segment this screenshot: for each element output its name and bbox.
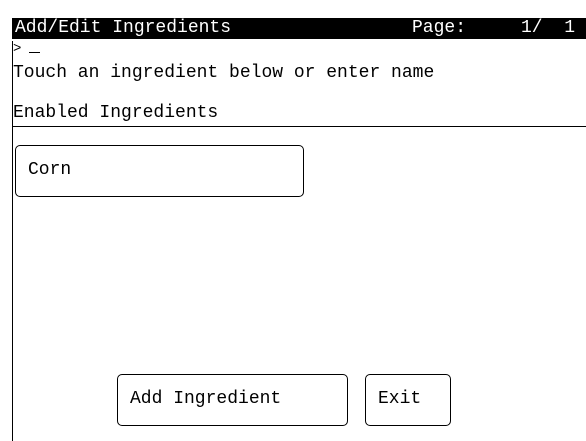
ingredient-label: Corn — [28, 160, 72, 180]
page-title: Add/Edit Ingredients — [15, 18, 232, 38]
ingredient-editor-screen: Add/Edit Ingredients Page: 1/ 1 > Touch … — [0, 0, 586, 441]
left-border-line — [12, 41, 13, 441]
entry-prompt: > — [13, 41, 22, 57]
page-number: 1/ 1 — [521, 18, 576, 38]
section-heading: Enabled Ingredients — [13, 103, 219, 123]
ingredient-name-entry[interactable]: > — [13, 41, 213, 60]
exit-button[interactable]: Exit — [365, 374, 451, 426]
instruction-text: Touch an ingredient below or enter name — [13, 63, 435, 83]
exit-label: Exit — [378, 389, 422, 409]
title-bar: Add/Edit Ingredients Page: 1/ 1 — [12, 18, 586, 39]
add-ingredient-label: Add Ingredient — [130, 389, 282, 409]
section-divider — [12, 126, 586, 127]
ingredient-corn-button[interactable]: Corn — [15, 145, 304, 197]
text-cursor — [29, 52, 40, 53]
add-ingredient-button[interactable]: Add Ingredient — [117, 374, 348, 426]
page-label: Page: — [412, 18, 467, 38]
